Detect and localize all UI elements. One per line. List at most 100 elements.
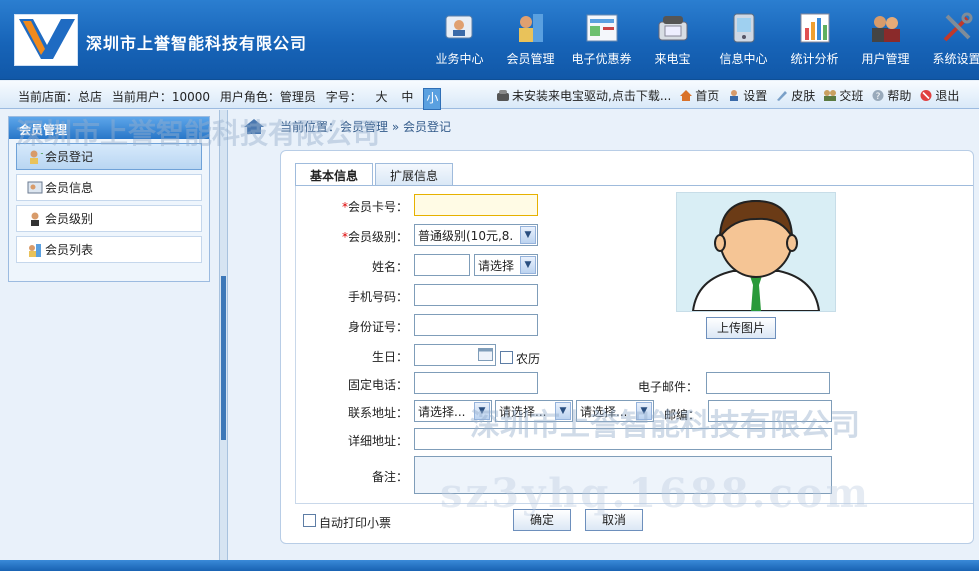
user-settings-icon — [730, 90, 739, 101]
level-label: *会员级别： — [341, 230, 408, 244]
svg-text:?: ? — [876, 92, 881, 102]
member-photo — [676, 192, 836, 312]
tab-extended-info[interactable]: 扩展信息 — [375, 163, 454, 185]
city-select[interactable]: 请选择... ▼ — [495, 400, 573, 422]
current-store: 当前店面：总店 — [18, 90, 103, 104]
skin-icon — [777, 91, 788, 101]
home-icon — [680, 90, 693, 101]
nav-settings[interactable]: 系统设置 — [921, 10, 979, 67]
nav-info-center[interactable]: 信息中心 — [708, 10, 779, 67]
telephone-icon — [497, 90, 509, 101]
help-link[interactable]: ? 帮助 — [871, 87, 911, 104]
card-no-label: *会员卡号： — [341, 200, 408, 214]
card-no-input[interactable] — [414, 194, 538, 216]
confirm-button[interactable]: 确定 — [513, 509, 571, 531]
auto-print-checkbox[interactable] — [303, 514, 316, 527]
mobile-input[interactable] — [414, 284, 538, 306]
sidebar-item-member-register[interactable]: + 会员登记 — [16, 143, 202, 170]
idcard-label: 身份证号： — [347, 320, 408, 334]
business-center-icon — [445, 15, 472, 39]
help-icon: ? — [872, 90, 884, 102]
skin-link[interactable]: 皮肤 — [775, 87, 815, 104]
zip-input[interactable] — [708, 400, 832, 422]
font-size-medium[interactable]: 中 — [401, 90, 413, 104]
nav-user-management[interactable]: 用户管理 — [850, 10, 921, 67]
chevron-down-icon: ▼ — [474, 402, 490, 420]
member-form: *会员卡号： *会员级别： 普通级别(10元,8. ▼ 姓名： 请选择 ▼ 手机号码… — [295, 186, 973, 504]
user-management-icon — [871, 16, 900, 42]
status-bar: 当前店面：总店 当前用户：10000 用户角色：管理员 字号： 大 中 小 未安… — [0, 81, 979, 110]
nav-member-management[interactable]: 会员管理 — [495, 10, 566, 67]
nav-business-center[interactable]: 业务中心 — [424, 10, 495, 67]
note-textarea[interactable] — [414, 456, 832, 494]
splitter-grip[interactable] — [221, 276, 226, 440]
font-size-label: 字号： — [325, 90, 362, 104]
svg-text:+: + — [40, 149, 43, 158]
avatar — [691, 199, 821, 312]
driver-download-link[interactable]: 未安装来电宝驱动,点击下载... — [496, 87, 671, 104]
coupon-icon — [586, 14, 617, 42]
home-link[interactable]: 首页 — [679, 87, 719, 104]
sidebar: 会员管理 + 会员登记 会员信息 会员级别 会员列表 — [8, 116, 210, 282]
breadcrumb: 当前位置：会员管理 » 会员登记 — [240, 116, 451, 136]
lunar-label: 农历 — [516, 352, 541, 366]
member-management-icon — [518, 14, 543, 42]
auto-print-label: 自动打印小票 — [319, 516, 392, 530]
phone-icon — [658, 16, 687, 41]
shift-icon — [824, 90, 837, 101]
info-center-icon — [733, 13, 754, 43]
sidebar-title: 会员管理 — [9, 117, 209, 139]
company-name: 深圳市上誉智能科技有限公司 — [86, 34, 308, 53]
chevron-down-icon: ▼ — [520, 256, 536, 274]
current-user: 当前用户：10000 — [111, 90, 211, 104]
top-nav: 业务中心 会员管理 电子优惠券 来电宝 信息中心 统计分析 用户管理 系统设置 — [424, 10, 979, 67]
logout-link[interactable]: 退出 — [919, 87, 959, 104]
chevron-down-icon: ▼ — [520, 226, 536, 244]
name-input[interactable] — [414, 254, 470, 276]
home-icon — [244, 119, 264, 134]
sidebar-item-member-level[interactable]: 会员级别 — [16, 205, 202, 232]
note-label: 备注： — [371, 470, 408, 484]
upload-photo-button[interactable]: 上传图片 — [706, 317, 776, 339]
nav-statistics[interactable]: 统计分析 — [779, 10, 850, 67]
zip-label: 邮编： — [663, 408, 700, 422]
statistics-icon — [800, 13, 829, 43]
member-list-icon — [29, 243, 41, 257]
phone-label: 固定电话： — [347, 378, 408, 392]
main-panel: 基本信息 扩展信息 *会员卡号： *会员级别： 普通级别(10元,8. ▼ 姓名：… — [280, 150, 974, 544]
address-label: 联系地址： — [347, 406, 408, 420]
province-select[interactable]: 请选择... ▼ — [414, 400, 492, 422]
level-select[interactable]: 普通级别(10元,8. ▼ — [414, 224, 538, 246]
shift-link[interactable]: 交班 — [823, 87, 863, 104]
user-role: 用户角色：管理员 — [219, 90, 316, 104]
font-size-small[interactable]: 小 — [423, 88, 442, 110]
member-info-icon — [27, 181, 43, 193]
detail-address-label: 详细地址： — [347, 434, 408, 448]
panel-splitter[interactable] — [219, 110, 228, 560]
settings-icon — [943, 12, 972, 42]
email-label: 电子邮件： — [637, 380, 698, 394]
footer-bar — [0, 560, 979, 571]
tab-basic-info[interactable]: 基本信息 — [295, 163, 374, 185]
idcard-input[interactable] — [414, 314, 538, 336]
lunar-checkbox[interactable] — [500, 351, 513, 364]
chevron-down-icon: ▼ — [555, 402, 571, 420]
sidebar-item-member-list[interactable]: 会员列表 — [16, 236, 202, 263]
app-header: 深圳市上誉智能科技有限公司 业务中心 会员管理 电子优惠券 来电宝 信息中心 统… — [0, 0, 979, 80]
form-tabs: 基本信息 扩展信息 — [295, 163, 455, 185]
nav-coupon[interactable]: 电子优惠券 — [566, 10, 637, 67]
email-input[interactable] — [706, 372, 830, 394]
phone-input[interactable] — [414, 372, 538, 394]
cancel-button[interactable]: 取消 — [585, 509, 643, 531]
sidebar-item-member-info[interactable]: 会员信息 — [16, 174, 202, 201]
name-label: 姓名： — [371, 260, 408, 274]
settings-link[interactable]: 设置 — [727, 87, 767, 104]
calendar-icon[interactable] — [478, 348, 493, 361]
detail-address-input[interactable] — [414, 428, 832, 450]
name-title-select[interactable]: 请选择 ▼ — [474, 254, 538, 276]
font-size-large[interactable]: 大 — [376, 90, 388, 104]
member-register-icon: + — [30, 149, 43, 164]
company-logo — [14, 14, 78, 66]
nav-phone[interactable]: 来电宝 — [637, 10, 708, 67]
logout-icon — [920, 90, 932, 101]
